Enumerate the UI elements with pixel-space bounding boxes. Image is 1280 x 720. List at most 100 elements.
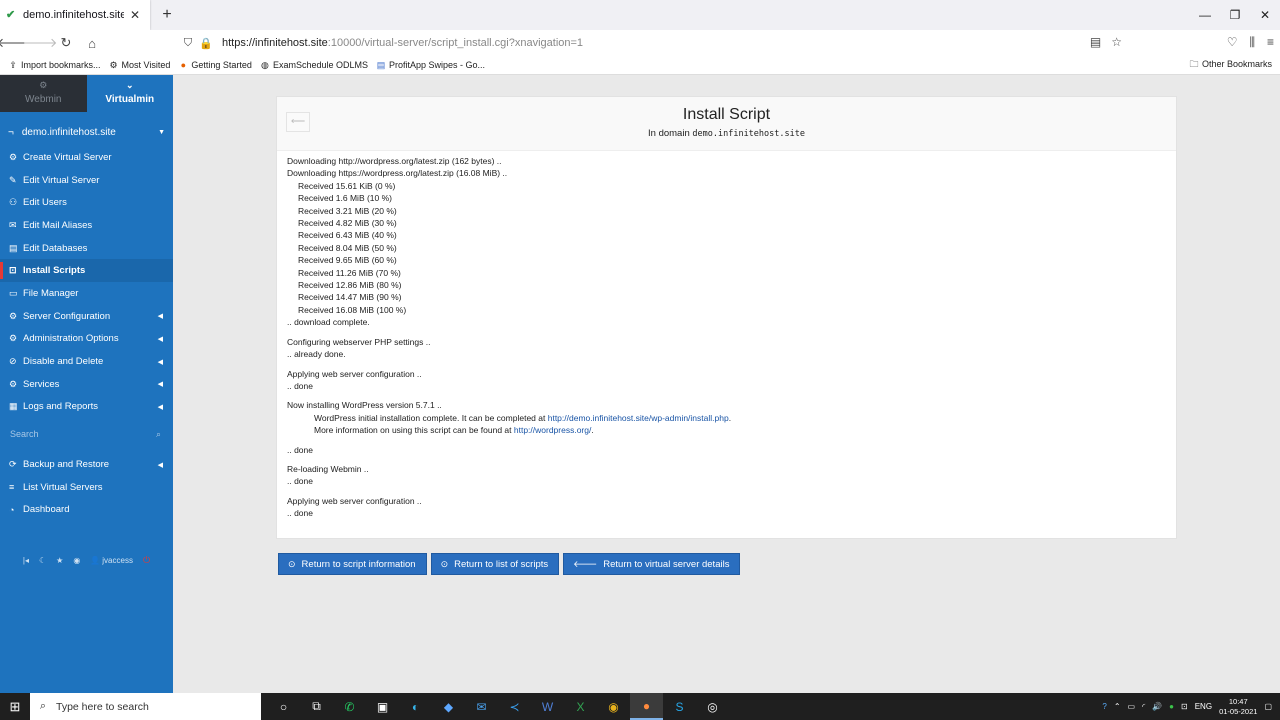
- shield-icon[interactable]: ⛉: [180, 37, 196, 50]
- sidebar-item-disable-and-delete[interactable]: ⊘ Disable and Delete ◀: [0, 350, 173, 373]
- skype-icon[interactable]: S: [663, 693, 696, 720]
- url-host: https://infinitehost.site: [222, 37, 328, 49]
- sidebar-item-dashboard[interactable]: ◔ Dashboard: [0, 499, 173, 522]
- minimize-button[interactable]: —: [1190, 0, 1220, 30]
- palette-icon[interactable]: ◉: [73, 556, 80, 565]
- import-icon: ⇪: [9, 60, 17, 70]
- network-icon[interactable]: ⊡: [1181, 702, 1188, 711]
- sidebar-item-logs-and-reports[interactable]: ▦ Logs and Reports ◀: [0, 396, 173, 419]
- user-menu[interactable]: 👤 jvaccess: [90, 556, 133, 565]
- reader-view-icon[interactable]: ▤: [1090, 35, 1101, 49]
- firefox-icon: ●: [180, 60, 187, 70]
- return-to-server-details-button[interactable]: 🡐 Return to virtual server details: [563, 553, 741, 575]
- edge-icon[interactable]: ◐: [399, 693, 432, 720]
- task-view-icon[interactable]: ⧉: [300, 693, 333, 720]
- url-text[interactable]: https://infinitehost.site:10000/virtual-…: [222, 37, 583, 49]
- sidebar-item-label: Edit Users: [23, 197, 67, 209]
- close-tab-icon[interactable]: ✕: [128, 8, 142, 22]
- logout-icon[interactable]: ⏻: [143, 555, 150, 566]
- excel-icon[interactable]: X: [564, 693, 597, 720]
- bookmark-star-icon[interactable]: ☆: [1111, 35, 1122, 49]
- sidebar-item-backup-and-restore[interactable]: ⟳ Backup and Restore ◀: [0, 453, 173, 476]
- switch-virtualmin[interactable]: ⌄ Virtualmin: [86, 75, 173, 112]
- sidebar-item-list-virtual-servers[interactable]: ≡ List Virtual Servers: [0, 476, 173, 499]
- return-to-scripts-list-button[interactable]: ⊙ Return to list of scripts: [430, 553, 560, 575]
- switch-virtualmin-label: Virtualmin: [105, 94, 155, 105]
- reload-icon[interactable]: ↻: [54, 31, 78, 55]
- menu-icon[interactable]: ≡: [1267, 35, 1274, 50]
- bookmark-import[interactable]: ⇪ Import bookmarks...: [8, 60, 100, 70]
- mail-icon[interactable]: ✉: [465, 693, 498, 720]
- wp-admin-install-link[interactable]: http://demo.infinitehost.site/wp-admin/i…: [548, 413, 729, 423]
- restore-button[interactable]: ❐: [1220, 0, 1250, 30]
- webmin-favicon-icon: ✔: [6, 9, 16, 21]
- wifi-icon[interactable]: ◜: [1142, 702, 1145, 711]
- log-gap: [287, 361, 731, 368]
- sidebar-item-administration-options[interactable]: ⚙ Administration Options ◀: [0, 328, 173, 351]
- sidebar-item-label: Backup and Restore: [23, 459, 110, 471]
- sidebar-item-services[interactable]: ⚙ Services ◀: [0, 373, 173, 396]
- domain-select[interactable]: ¬ demo.infinitehost.site ▼: [8, 124, 165, 140]
- bookmark-profitapp[interactable]: ▤ ProfitApp Swipes - Go...: [376, 60, 485, 70]
- word-icon[interactable]: W: [531, 693, 564, 720]
- clock[interactable]: 10:47 01-05-2021: [1219, 697, 1257, 717]
- log-gap: [287, 488, 731, 495]
- night-mode-icon[interactable]: ☾: [39, 556, 46, 565]
- close-window-button[interactable]: ✕: [1250, 0, 1280, 30]
- dashboard-icon: ◔: [9, 504, 15, 515]
- bookmark-most-visited[interactable]: ⚙ Most Visited: [109, 60, 170, 70]
- pocket-icon[interactable]: ♡: [1227, 35, 1238, 50]
- sidebar-item-edit-mail-aliases[interactable]: ✉ Edit Mail Aliases: [0, 214, 173, 237]
- backup-icon: ⟳: [9, 459, 17, 470]
- favorites-star-icon[interactable]: ★: [56, 556, 63, 565]
- cortana-icon[interactable]: ○: [267, 693, 300, 720]
- action-buttons: ⊙ Return to script information ⊙ Return to…: [278, 553, 741, 575]
- language-indicator[interactable]: ENG: [1195, 702, 1212, 711]
- wordpress-org-link[interactable]: http://wordpress.org/: [514, 425, 591, 435]
- complete-prefix: WordPress initial installation complete.…: [314, 412, 546, 423]
- battery-icon[interactable]: ▭: [1128, 702, 1136, 711]
- new-tab-button[interactable]: +: [154, 6, 180, 24]
- bookmark-examschedule[interactable]: ◍ ExamSchedule ODLMS: [260, 60, 368, 70]
- other-bookmarks[interactable]: 🗀 Other Bookmarks: [1189, 59, 1272, 69]
- home-icon[interactable]: ⌂: [80, 31, 104, 55]
- status-check-icon[interactable]: ●: [1169, 702, 1174, 711]
- search-icon[interactable]: ⌕: [156, 429, 161, 440]
- bookmark-getting-started[interactable]: ● Getting Started: [178, 60, 252, 70]
- sidebar-item-file-manager[interactable]: ▭ File Manager: [0, 282, 173, 305]
- lock-icon[interactable]: 🔒: [198, 37, 214, 50]
- chevron-up-icon[interactable]: ⌃: [1114, 702, 1121, 711]
- arrow-left-icon: 🡐: [573, 558, 598, 569]
- chromium-icon[interactable]: ◎: [696, 693, 729, 720]
- services-icon: ⚙: [9, 378, 18, 389]
- vscode-icon[interactable]: ≺: [498, 693, 531, 720]
- volume-icon[interactable]: 🔊: [1152, 702, 1162, 711]
- log-line: .. done: [287, 444, 313, 455]
- taskbar-search-input[interactable]: ⌕ Type here to search: [30, 693, 261, 720]
- dropbox-icon[interactable]: ◆: [432, 693, 465, 720]
- switch-webmin-label: Webmin: [25, 94, 62, 105]
- help-icon[interactable]: ?: [1102, 702, 1106, 711]
- sidebar-item-edit-databases[interactable]: ▤ Edit Databases: [0, 237, 173, 260]
- sidebar-item-edit-users[interactable]: ⚇ Edit Users: [0, 191, 173, 214]
- sidebar-item-install-scripts[interactable]: ⊡ Install Scripts: [0, 259, 173, 283]
- notifications-icon[interactable]: ▢: [1264, 702, 1272, 711]
- log-gap: [287, 456, 731, 463]
- firefox-icon[interactable]: ●: [630, 693, 663, 720]
- store-icon[interactable]: ▣: [366, 693, 399, 720]
- windows-start-icon[interactable]: ⊞: [0, 693, 30, 720]
- collapse-icon[interactable]: |◂: [23, 556, 29, 565]
- browser-tab[interactable]: ✔ demo.infinitehost.site - Inst ✕: [0, 0, 150, 30]
- switch-webmin[interactable]: ⚙ Webmin: [0, 75, 87, 112]
- sidebar-item-create-virtual-server[interactable]: ⚙ Create Virtual Server: [0, 146, 173, 169]
- sidebar-item-server-configuration[interactable]: ⚙ Server Configuration ◀: [0, 305, 173, 328]
- whatsapp-icon[interactable]: ✆: [333, 693, 366, 720]
- sidebar-search-input[interactable]: Search ⌕: [10, 423, 163, 445]
- return-to-script-info-button[interactable]: ⊙ Return to script information: [278, 553, 427, 575]
- forward-arrow-icon[interactable]: 🡒: [23, 31, 58, 55]
- expand-arrow-icon: ◀: [157, 381, 163, 389]
- library-icon[interactable]: ⫼: [1249, 35, 1255, 50]
- address-bar[interactable]: ⛉ 🔒 https://infinitehost.site:10000/virt…: [180, 32, 1128, 54]
- sidebar-item-edit-virtual-server[interactable]: ✎ Edit Virtual Server: [0, 169, 173, 192]
- chrome-icon[interactable]: ◉: [597, 693, 630, 720]
